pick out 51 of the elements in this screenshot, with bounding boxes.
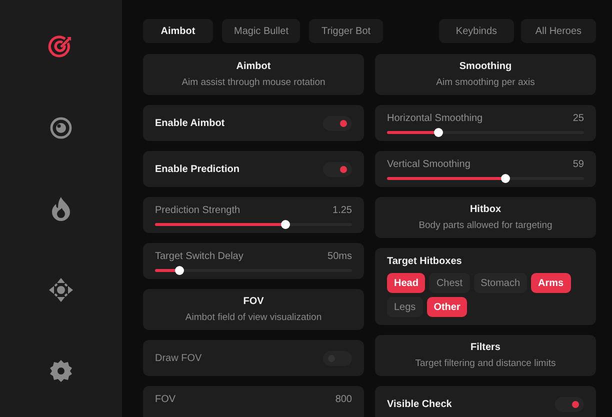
section-subtitle: Aim smoothing per axis xyxy=(436,77,535,88)
section-title: Filters xyxy=(470,342,500,353)
toggle-label: Enable Prediction xyxy=(155,164,240,174)
slider-value: 800 xyxy=(335,394,352,405)
section-title: Aimbot xyxy=(236,61,271,72)
slider-value: 50ms xyxy=(328,251,352,262)
hitbox-chip[interactable]: Chest xyxy=(429,273,470,293)
hitbox-chip[interactable]: Other xyxy=(426,297,468,317)
toggle-label: Visible Check xyxy=(387,398,452,410)
slider-track[interactable] xyxy=(155,223,352,226)
settings-icon xyxy=(49,359,73,383)
section-title: FOV xyxy=(243,296,264,307)
slider-track[interactable] xyxy=(387,131,584,134)
slider-label: FOV xyxy=(155,394,176,405)
section-subtitle: Aim assist through mouse rotation xyxy=(182,77,326,88)
header-button[interactable]: Keybinds xyxy=(439,19,514,43)
slider-thumb[interactable] xyxy=(501,174,510,183)
tab[interactable]: Magic Bullet xyxy=(222,19,300,43)
section-title: Smoothing xyxy=(459,61,512,72)
section-subtitle: Aimbot field of view visualization xyxy=(185,312,322,323)
hitbox-label: Target Hitboxes xyxy=(387,256,463,267)
hitbox-chip[interactable]: Stomach xyxy=(474,273,528,293)
header-button[interactable]: All Heroes xyxy=(521,19,596,43)
slider-value: 25 xyxy=(572,113,584,124)
slider-label: Horizontal Smoothing xyxy=(387,113,483,124)
flame-icon xyxy=(50,196,72,222)
slider-track[interactable] xyxy=(387,177,584,180)
tab[interactable]: Trigger Bot xyxy=(309,19,383,43)
eye-icon xyxy=(49,116,73,140)
hitbox-chip[interactable]: Head xyxy=(387,273,426,293)
toggle-label: Draw FOV xyxy=(155,352,202,364)
slider-thumb[interactable] xyxy=(434,128,444,137)
slider-value: 1.25 xyxy=(332,205,352,216)
slider-value: 59 xyxy=(572,159,584,170)
toggle-switch[interactable] xyxy=(323,162,352,176)
toggle-label: Enable Aimbot xyxy=(155,118,225,128)
hitbox-chip[interactable]: Arms xyxy=(531,273,571,293)
section-subtitle: Body parts allowed for targeting xyxy=(418,220,552,231)
target-icon xyxy=(48,34,74,60)
tab[interactable]: Aimbot xyxy=(143,19,213,43)
move-icon xyxy=(48,277,74,303)
section-title: Hitbox xyxy=(470,204,502,215)
slider-thumb[interactable] xyxy=(281,220,290,229)
slider-label: Prediction Strength xyxy=(155,205,240,216)
hitbox-chip[interactable]: Legs xyxy=(387,297,423,317)
slider-thumb[interactable] xyxy=(174,266,184,275)
toggle-switch[interactable] xyxy=(555,396,584,412)
toggle-switch[interactable] xyxy=(323,116,352,130)
slider-label: Target Switch Delay xyxy=(155,251,244,262)
section-subtitle: Target filtering and distance limits xyxy=(415,358,556,369)
slider-label: Vertical Smoothing xyxy=(387,159,470,170)
